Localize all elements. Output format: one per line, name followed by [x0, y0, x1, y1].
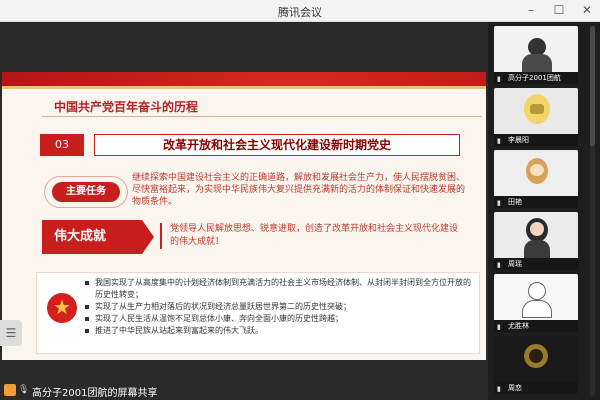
achievement-arrow [142, 220, 154, 254]
participant-tile[interactable]: ▮ 李晨阳 [494, 88, 578, 146]
share-bar: 🎙 高分子2001团航的屏幕共享 [0, 382, 488, 400]
list-item: 实现了从生产力相对落后的状况到经济总量跃居世界第二的历史性突破； [85, 301, 475, 313]
scrollbar[interactable] [590, 26, 595, 396]
close-icon[interactable]: ✕ [580, 3, 594, 17]
section-title: 改革开放和社会主义现代化建设新时期党史 [94, 134, 460, 156]
participant-tile[interactable]: ▮ 周恋 [494, 336, 578, 394]
participant-tile[interactable]: ▮ 田艳 [494, 150, 578, 208]
participant-name: 周恋 [508, 384, 522, 392]
avatar [494, 212, 578, 258]
bullets-box: ★ 我国实现了从高度集中的计划经济体制到充满活力的社会主义市场经济体制、从封闭半… [36, 272, 480, 354]
participant-tile[interactable]: ▮ 周瑶 [494, 212, 578, 270]
achievement-label: 伟大成就 [54, 229, 107, 244]
avatar [494, 88, 578, 134]
participant-name: 高分子2001团航 [508, 74, 561, 82]
task-text: 继续探索中国建设社会主义的正确道路，解放和发展社会生产力，使人民摆脱贫困、尽快富… [132, 173, 466, 207]
screen-share-area: 中国共产党百年奋斗的历程 03 改革开放和社会主义现代化建设新时期党史 主要任务… [0, 22, 488, 400]
list-item: 推进了中华民族从站起来到富起来的伟大飞跃。 [85, 325, 475, 337]
share-label: 高分子2001团航的屏幕共享 [32, 388, 158, 399]
slide-heading: 中国共产党百年奋斗的历程 [54, 100, 199, 114]
bullet-list: 我国实现了从高度集中的计划经济体制到充满活力的社会主义市场经济体制、从封闭半封闭… [85, 277, 475, 337]
participant-list[interactable]: ▮ 高分子2001团航 ▮ 李晨阳 ▮ 田艳 ▮ 周瑶 ▮ 尤胜林 ▮ 周恋 [488, 22, 600, 400]
achievement-band: 伟大成就 [42, 220, 142, 254]
participant-name: 尤胜林 [508, 322, 529, 330]
mic-icon: ▮ [497, 199, 501, 207]
shared-slide: 中国共产党百年奋斗的历程 03 改革开放和社会主义现代化建设新时期党史 主要任务… [2, 72, 486, 360]
mic-icon: ▮ [497, 75, 501, 83]
achievement-text: 党领导人民解放思想、锐意进取，创造了改革开放和社会主义现代化建设的伟大成就！ [160, 223, 466, 249]
avatar [494, 274, 578, 320]
mic-icon: 🎙 [18, 385, 30, 395]
list-item: 我国实现了从高度集中的计划经济体制到充满活力的社会主义市场经济体制、从封闭半封闭… [85, 277, 475, 301]
mic-icon: ▮ [497, 261, 501, 269]
mic-icon: ▮ [497, 137, 501, 145]
mic-icon: ▮ [497, 323, 501, 331]
divider [42, 116, 482, 117]
mic-icon: ▮ [497, 385, 501, 393]
minimize-icon[interactable]: – [524, 3, 538, 17]
participant-tile[interactable]: ▮ 尤胜林 [494, 274, 578, 332]
section-number: 03 [40, 134, 84, 156]
window-title: 腾讯会议 [278, 6, 322, 19]
avatar [4, 384, 16, 396]
slide-top-band [2, 72, 486, 89]
title-bar: 腾讯会议 – ☐ ✕ [0, 0, 600, 22]
participant-name: 周瑶 [508, 260, 522, 268]
participant-tile[interactable]: ▮ 高分子2001团航 [494, 26, 578, 84]
avatar [494, 150, 578, 196]
menu-icon[interactable]: ☰ [0, 320, 22, 346]
avatar [494, 26, 578, 72]
participant-name: 田艳 [508, 198, 522, 206]
list-item: 实现了人民生活从温饱不足到总体小康、奔向全面小康的历史性跨越； [85, 313, 475, 325]
avatar [494, 336, 578, 382]
scrollbar-thumb[interactable] [590, 26, 595, 146]
star-icon: ★ [47, 293, 77, 323]
participant-name: 李晨阳 [508, 136, 529, 144]
task-label: 主要任务 [52, 182, 120, 202]
maximize-icon[interactable]: ☐ [552, 3, 566, 17]
